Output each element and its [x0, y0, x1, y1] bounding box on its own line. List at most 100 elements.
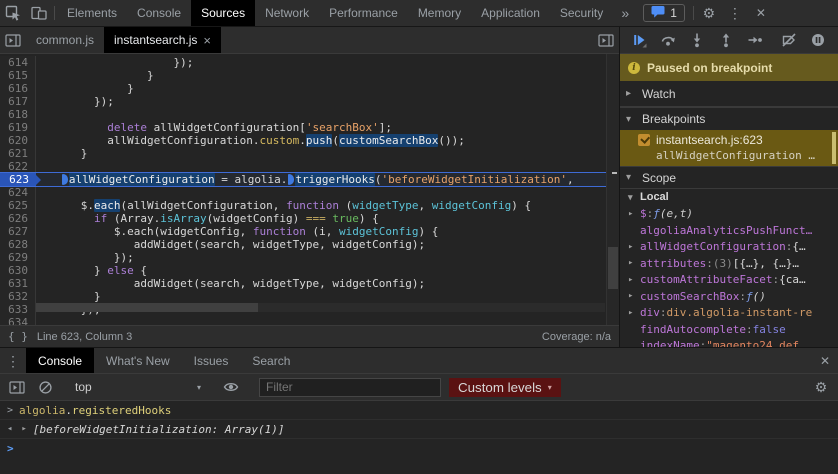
line-number[interactable]: 626 [0, 212, 36, 225]
resume-script-icon[interactable] [624, 27, 653, 53]
line-number[interactable]: 623 [0, 173, 36, 186]
line-number[interactable]: 617 [0, 95, 36, 108]
line-number[interactable]: 624 [0, 186, 36, 199]
line-number[interactable]: 629 [0, 251, 36, 264]
more-options-icon[interactable]: ⋮ [722, 0, 748, 26]
chevron-right-icon[interactable]: ▸ [628, 275, 640, 285]
main-tab-memory[interactable]: Memory [408, 0, 471, 26]
drawer-tab-search[interactable]: Search [240, 348, 302, 373]
main-tab-security[interactable]: Security [550, 0, 613, 26]
step-over-icon[interactable] [653, 27, 682, 53]
command-text: algolia.registeredHooks [19, 404, 171, 417]
line-number[interactable]: 627 [0, 225, 36, 238]
chevron-right-icon[interactable]: ▸ [628, 242, 640, 252]
scope-variable-row[interactable]: ▸customAttributeFacet: {ca… [620, 272, 838, 289]
chevron-right-icon[interactable]: ▸ [628, 209, 640, 219]
settings-gear-icon[interactable]: ⚙ [696, 0, 722, 26]
drawer-menu-icon[interactable]: ⋮ [0, 348, 26, 373]
scope-variable-row[interactable]: ▸attributes: (3) [{…}, {…}… [620, 255, 838, 272]
chevron-right-icon[interactable]: ▸ [628, 308, 640, 318]
line-number[interactable]: 631 [0, 277, 36, 290]
code-editor[interactable]: 614 });615 }616 }617 });618619 delete al… [0, 54, 619, 325]
main-tab-console[interactable]: Console [127, 0, 191, 26]
console-sidebar-icon[interactable] [4, 380, 30, 395]
file-tab-instantsearch-js[interactable]: instantsearch.js× [104, 27, 221, 53]
code-text: allWidgetConfiguration = algolia.trigger… [36, 173, 574, 186]
variable-name: customSearchBox [640, 290, 739, 303]
badge-count: 1 [670, 6, 677, 20]
scope-variable-row[interactable]: ▸$: ƒ (e,t) [620, 206, 838, 223]
breakpoint-checkbox[interactable] [638, 134, 650, 146]
drawer-tab-what-s-new[interactable]: What's New [94, 348, 182, 373]
line-number[interactable]: 630 [0, 264, 36, 277]
chevron-right-icon[interactable]: ▸ [628, 291, 640, 301]
scope-variable-row[interactable]: ▸customSearchBox: ƒ () [620, 288, 838, 305]
scope-variable-row[interactable]: ▸allWidgetConfiguration: {… [620, 239, 838, 256]
horizontal-scrollbar[interactable] [36, 303, 605, 312]
line-number[interactable]: 625 [0, 199, 36, 212]
code-line: 620 allWidgetConfiguration.custom.push(c… [0, 134, 619, 147]
context-selector[interactable]: top ▾ [67, 380, 209, 394]
device-toolbar-icon[interactable] [26, 0, 52, 26]
scope-variable-row[interactable]: findAutocomplete: false [620, 321, 838, 338]
console-messages-badge[interactable]: 1 [643, 4, 685, 22]
line-number[interactable]: 614 [0, 56, 36, 69]
scope-variable-row[interactable]: ▸div: div.algolia-instant-re [620, 305, 838, 322]
inspect-element-icon[interactable] [0, 0, 26, 26]
drawer-tab-console[interactable]: Console [26, 348, 94, 373]
scope-section-header[interactable]: ▾ Scope [620, 166, 838, 189]
vertical-scrollbar[interactable] [606, 54, 619, 325]
console-settings-gear-icon[interactable]: ⚙ [808, 380, 834, 394]
pretty-print-icon[interactable]: { } [8, 330, 28, 343]
main-tab-elements[interactable]: Elements [57, 0, 127, 26]
breakpoint-entry[interactable]: instantsearch.js:623 allWidgetConfigurat… [620, 130, 838, 166]
clear-console-icon[interactable] [32, 380, 58, 395]
show-debugger-sidebar-icon[interactable] [593, 27, 619, 53]
line-number[interactable]: 619 [0, 121, 36, 134]
step-into-icon[interactable] [682, 27, 711, 53]
file-tab-common-js[interactable]: common.js [26, 27, 104, 53]
more-panels-icon[interactable]: » [613, 0, 637, 26]
deactivate-breakpoints-icon[interactable] [774, 27, 803, 53]
scope-variable-row[interactable]: algoliaAnalyticsPushFunct… [620, 222, 838, 239]
code-text: } [36, 290, 101, 303]
main-tab-sources[interactable]: Sources [191, 0, 255, 26]
console-filter-input[interactable] [259, 378, 441, 397]
scope-local-header[interactable]: ▾Local [620, 189, 838, 206]
console-prompt[interactable]: > [0, 439, 838, 458]
code-line: 621 } [0, 147, 619, 160]
scope-variable-row[interactable]: indexName: "magento24_def… [620, 338, 838, 348]
main-tab-application[interactable]: Application [471, 0, 550, 26]
step-icon[interactable] [740, 27, 769, 53]
line-number[interactable]: 632 [0, 290, 36, 303]
line-number[interactable]: 633 [0, 303, 36, 316]
main-tab-performance[interactable]: Performance [319, 0, 408, 26]
close-tab-icon[interactable]: × [203, 33, 211, 48]
line-number[interactable]: 620 [0, 134, 36, 147]
pause-on-exceptions-icon[interactable] [803, 27, 832, 53]
watch-section-header[interactable]: ▸ Watch [620, 81, 838, 107]
chevron-right-icon[interactable]: ▸ [628, 258, 640, 268]
main-tab-network[interactable]: Network [255, 0, 319, 26]
variable-value: div.algolia-instant-re [667, 306, 813, 319]
breakpoint-location: instantsearch.js:623 [656, 133, 763, 147]
line-number[interactable]: 615 [0, 69, 36, 82]
drawer-tab-issues[interactable]: Issues [182, 348, 241, 373]
line-number[interactable]: 618 [0, 108, 36, 121]
step-out-icon[interactable] [711, 27, 740, 53]
expand-triangle-icon[interactable]: ▸ [21, 424, 26, 434]
live-expression-eye-icon[interactable] [218, 379, 244, 395]
breakpoints-section-header[interactable]: ▾ Breakpoints [620, 107, 838, 130]
show-navigator-icon[interactable] [0, 27, 26, 53]
line-number[interactable]: 634 [0, 316, 36, 325]
line-number[interactable]: 628 [0, 238, 36, 251]
line-number[interactable]: 616 [0, 82, 36, 95]
line-number[interactable]: 621 [0, 147, 36, 160]
console-result-row[interactable]: ◂ ▸ [beforeWidgetInitialization: Array(1… [0, 420, 838, 439]
variable-value: () [753, 290, 766, 303]
log-levels-button[interactable]: Custom levels ▾ [449, 378, 561, 397]
close-drawer-icon[interactable]: ✕ [812, 348, 838, 373]
close-devtools-icon[interactable]: ✕ [748, 0, 774, 26]
code-line: 625 $.each(allWidgetConfiguration, funct… [0, 199, 619, 212]
console-command-echo[interactable]: > algolia.registeredHooks [0, 401, 838, 420]
